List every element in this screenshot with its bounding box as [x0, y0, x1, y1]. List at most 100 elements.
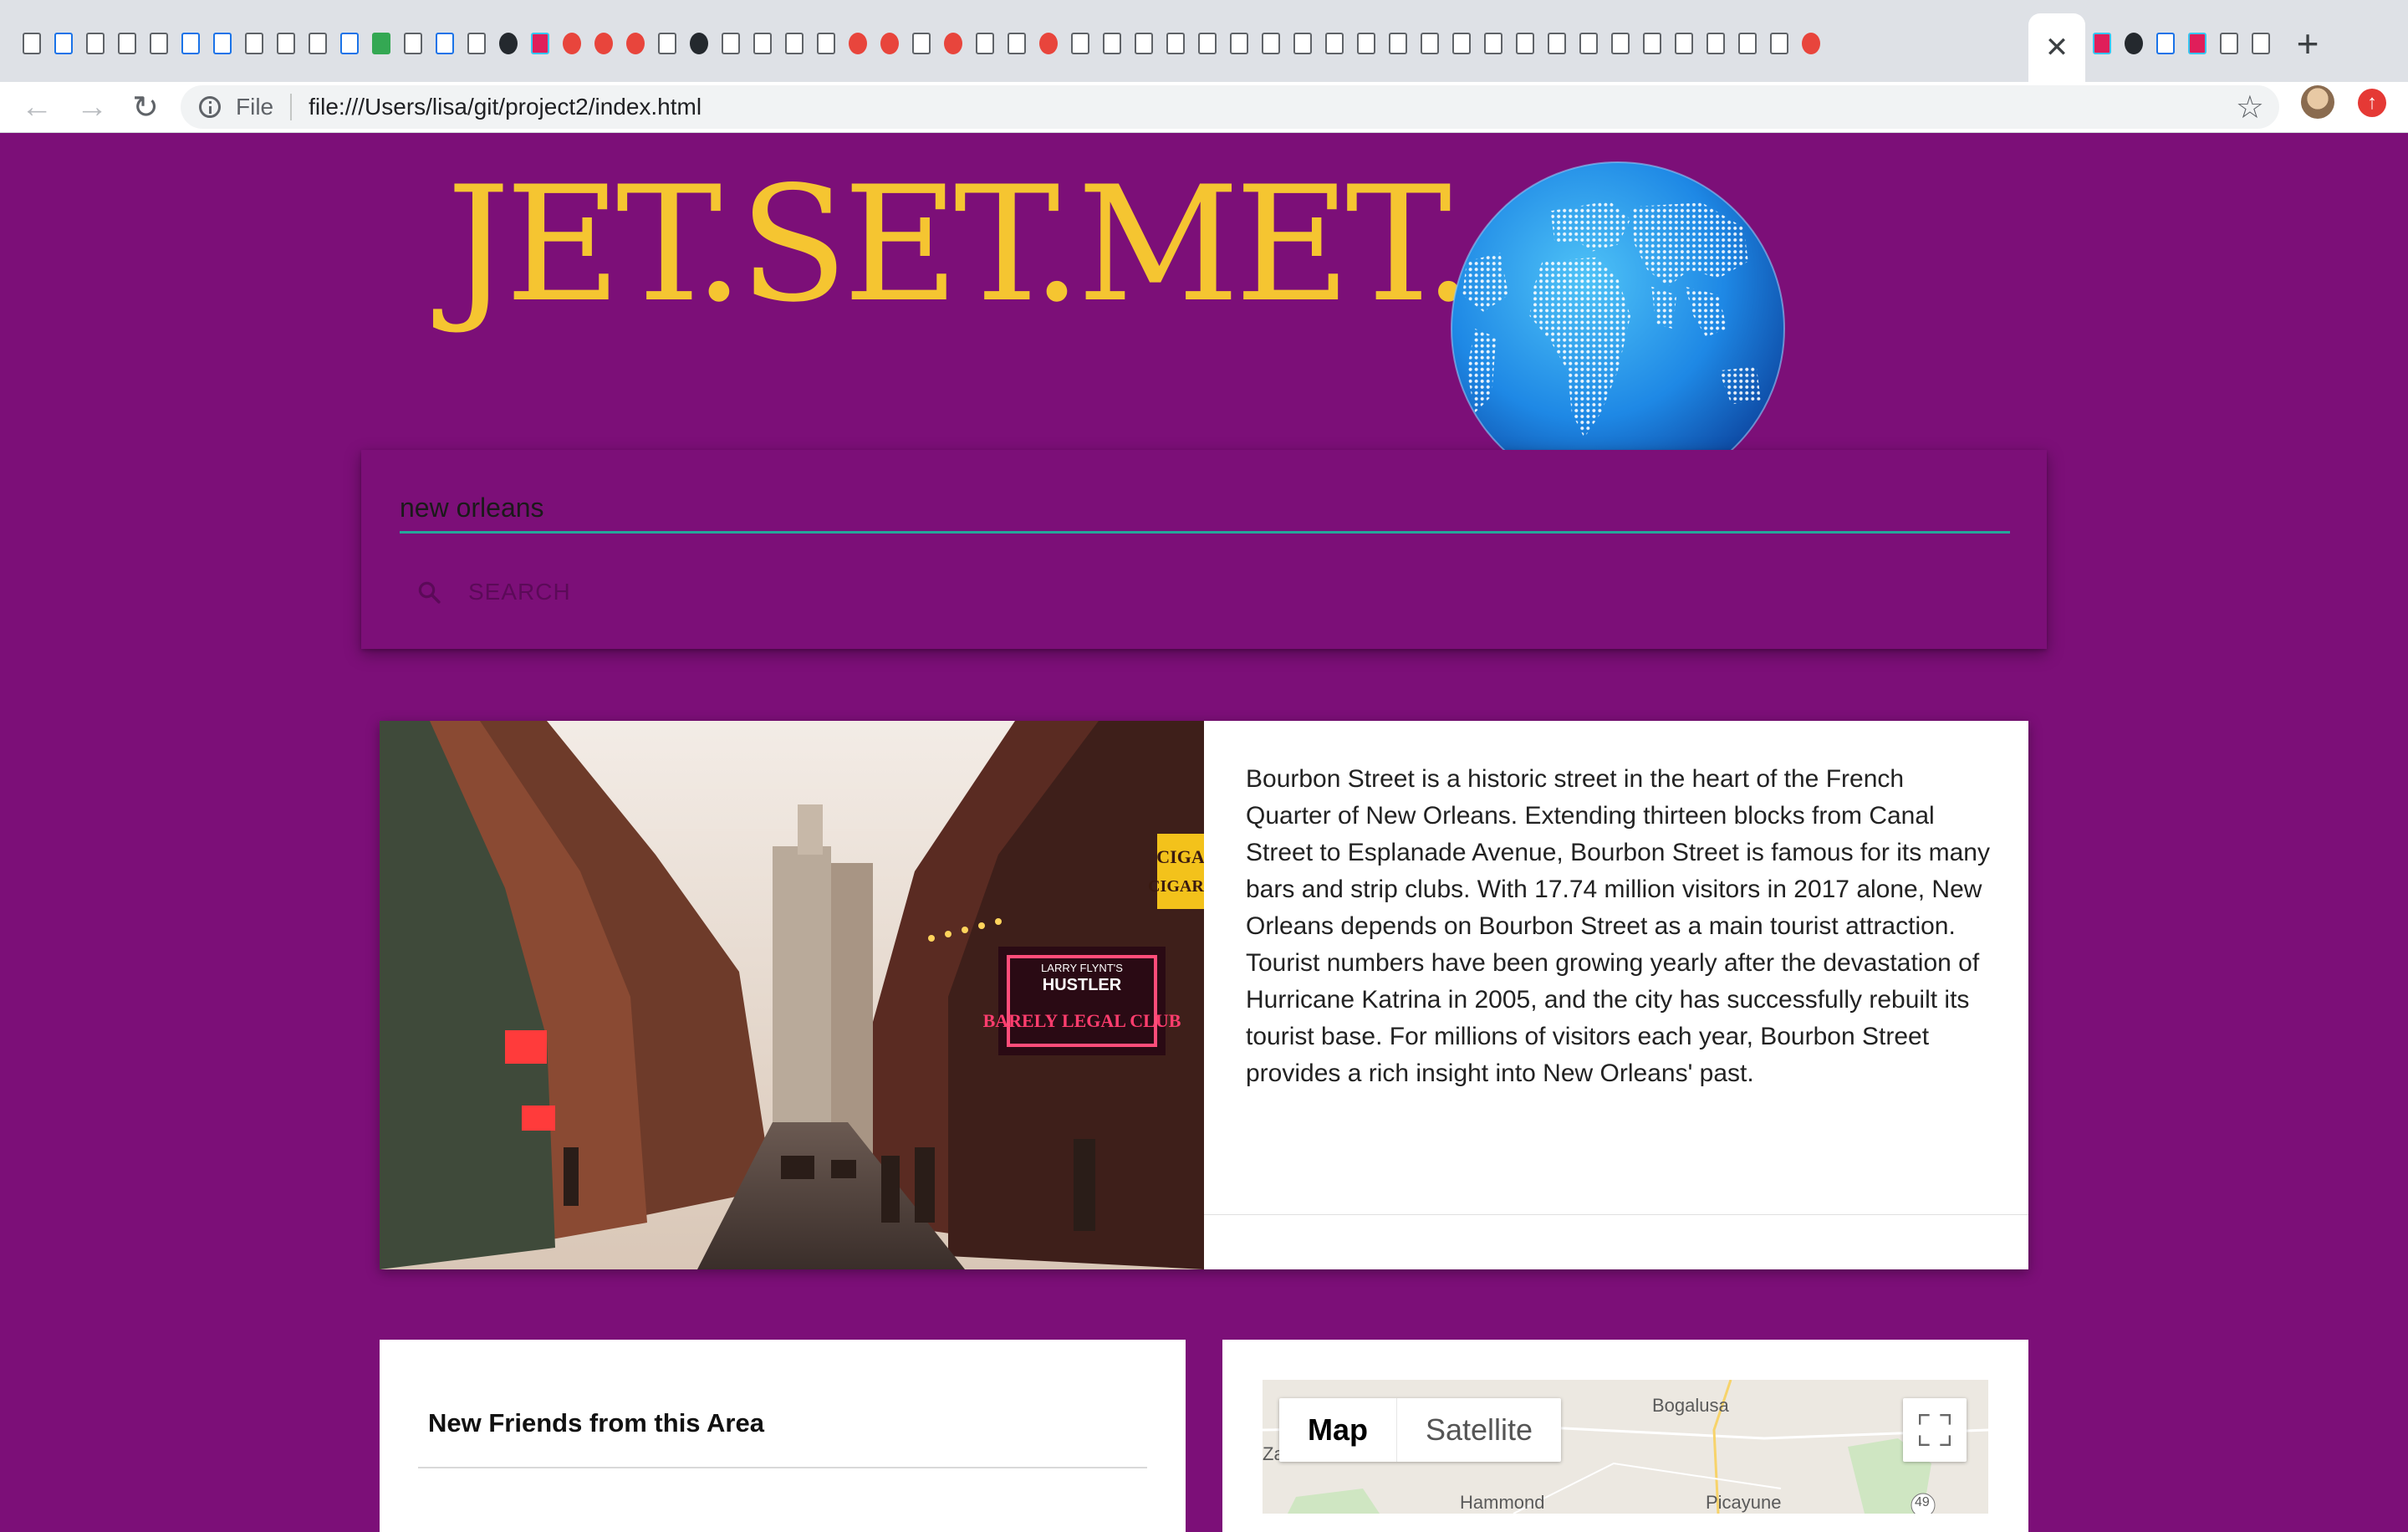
browser-tab[interactable] [207, 17, 237, 70]
browser-tab[interactable] [1224, 17, 1254, 70]
site-logo: JET.SET.MET. [446, 152, 1474, 337]
browser-tab[interactable] [1033, 17, 1064, 70]
tab-favicon-icon [1135, 33, 1153, 54]
back-button[interactable]: ← [15, 85, 59, 129]
browser-tab[interactable] [398, 17, 428, 70]
forward-button[interactable]: → [70, 85, 114, 129]
browser-tab[interactable] [239, 17, 269, 70]
browser-tab[interactable] [1446, 17, 1477, 70]
tab-favicon-icon [2188, 33, 2206, 54]
new-tab-button[interactable]: + [2283, 18, 2333, 69]
browser-tab[interactable] [112, 17, 142, 70]
browser-tab[interactable] [1637, 17, 1667, 70]
browser-tab[interactable] [1415, 17, 1445, 70]
browser-tab[interactable] [2150, 17, 2181, 70]
browser-tab[interactable] [17, 17, 47, 70]
browser-tab[interactable] [1669, 17, 1699, 70]
browser-tab[interactable] [2087, 17, 2117, 70]
browser-tab[interactable] [652, 17, 682, 70]
tab-favicon-icon [1198, 33, 1217, 54]
browser-tab[interactable] [144, 17, 174, 70]
browser-tab[interactable] [48, 17, 79, 70]
browser-tab[interactable] [1097, 17, 1127, 70]
browser-tab[interactable] [1161, 17, 1191, 70]
browser-tab[interactable] [1129, 17, 1159, 70]
browser-tab[interactable] [271, 17, 301, 70]
browser-tab[interactable] [1510, 17, 1540, 70]
browser-tab[interactable] [1605, 17, 1635, 70]
fullscreen-icon [1919, 1414, 1951, 1446]
browser-tab[interactable] [811, 17, 841, 70]
browser-tab[interactable] [1065, 17, 1095, 70]
browser-tab[interactable] [1478, 17, 1508, 70]
browser-tab[interactable] [938, 17, 968, 70]
profile-avatar[interactable] [2301, 85, 2334, 119]
map-card: Bogalusa Za Hammond Picayune 49 Map Sate… [1222, 1340, 2028, 1532]
search-input[interactable] [400, 485, 2010, 534]
browser-tab[interactable] [620, 17, 650, 70]
browser-tab[interactable] [1574, 17, 1604, 70]
browser-tab[interactable] [1796, 17, 1826, 70]
browser-tab[interactable] [1002, 17, 1032, 70]
browser-tab[interactable] [1383, 17, 1413, 70]
tab-favicon-icon [1675, 33, 1693, 54]
browser-tab[interactable] [430, 17, 460, 70]
browser-tab[interactable] [80, 17, 110, 70]
map-view[interactable]: Bogalusa Za Hammond Picayune 49 Map Sate… [1263, 1380, 1988, 1514]
browser-tab[interactable] [684, 17, 714, 70]
browser-tab[interactable] [2214, 17, 2244, 70]
search-card: SEARCH [361, 450, 2047, 649]
omnibox-divider [290, 94, 293, 120]
tab-favicon-icon [690, 33, 708, 54]
browser-tab[interactable] [1319, 17, 1349, 70]
satellite-view-button[interactable]: Satellite [1397, 1398, 1561, 1462]
fullscreen-button[interactable] [1903, 1398, 1967, 1462]
browser-tab[interactable] [970, 17, 1000, 70]
info-icon[interactable] [199, 96, 221, 118]
browser-tab[interactable] [334, 17, 365, 70]
browser-tab[interactable] [1288, 17, 1318, 70]
browser-tab[interactable] [843, 17, 873, 70]
browser-tab[interactable] [176, 17, 206, 70]
browser-tab[interactable] [366, 17, 396, 70]
tab-favicon-icon [1357, 33, 1375, 54]
browser-tab[interactable] [716, 17, 746, 70]
destination-description: Bourbon Street is a historic street in t… [1246, 765, 1990, 1087]
map-label-place: Hammond [1460, 1492, 1545, 1513]
tab-favicon-icon [1389, 33, 1407, 54]
neon-sign-main: BARELY LEGAL CLUB [983, 1010, 1181, 1031]
browser-tab[interactable] [303, 17, 333, 70]
browser-tab[interactable] [462, 17, 492, 70]
browser-tab[interactable] [1542, 17, 1572, 70]
browser-tab[interactable] [2246, 17, 2276, 70]
tab-favicon-icon [309, 33, 327, 54]
browser-tab[interactable] [2119, 17, 2149, 70]
browser-tab[interactable] [1256, 17, 1286, 70]
active-tab[interactable]: ✕ [2028, 13, 2085, 82]
browser-tab[interactable] [875, 17, 905, 70]
tab-favicon-icon [2156, 33, 2175, 54]
address-bar[interactable]: File file:///Users/lisa/git/project2/ind… [181, 85, 2279, 129]
browser-tab[interactable] [2182, 17, 2212, 70]
browser-tab[interactable] [1732, 17, 1763, 70]
tab-favicon-icon [54, 33, 73, 54]
browser-tab[interactable] [1192, 17, 1222, 70]
map-label-highway: 49 [1915, 1495, 1930, 1509]
url-text[interactable]: file:///Users/lisa/git/project2/index.ht… [309, 94, 701, 120]
bookmark-star-icon[interactable]: ☆ [2236, 89, 2264, 126]
browser-tab[interactable] [1764, 17, 1794, 70]
browser-tab[interactable] [906, 17, 936, 70]
search-button[interactable]: SEARCH [400, 567, 588, 617]
browser-tab[interactable] [557, 17, 587, 70]
browser-tab[interactable] [1701, 17, 1731, 70]
browser-tab[interactable] [493, 17, 523, 70]
close-tab-icon[interactable]: ✕ [2045, 33, 2069, 62]
browser-tab[interactable] [589, 17, 619, 70]
map-view-button[interactable]: Map [1279, 1398, 1397, 1462]
browser-tab[interactable] [747, 17, 778, 70]
browser-tab[interactable] [1351, 17, 1381, 70]
browser-tab[interactable] [525, 17, 555, 70]
update-icon[interactable]: ↑ [2358, 89, 2386, 117]
reload-button[interactable]: ↻ [124, 85, 167, 129]
browser-tab[interactable] [779, 17, 809, 70]
